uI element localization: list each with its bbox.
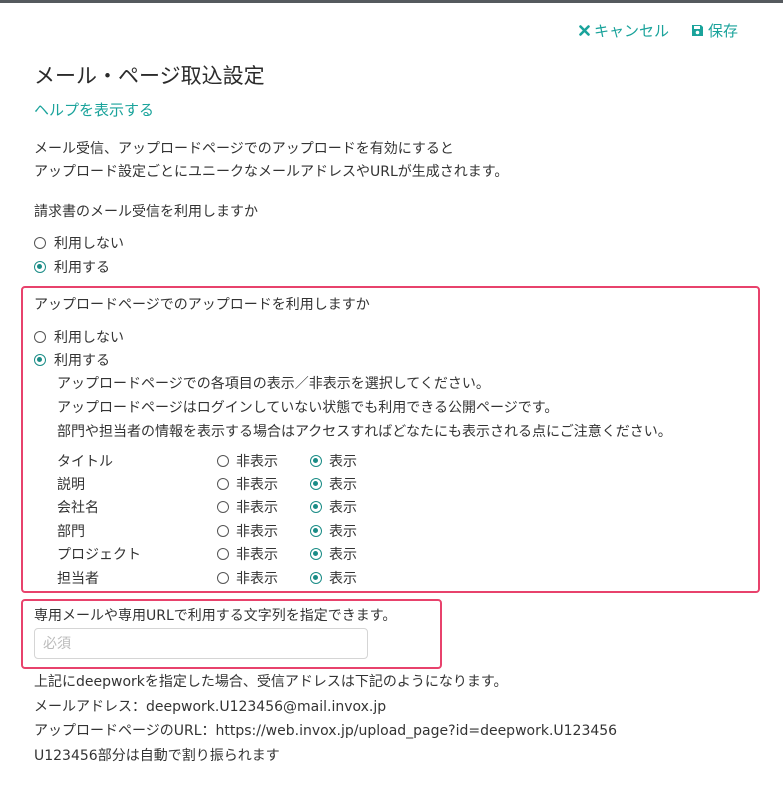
field-row-project: プロジェクト 非表示 表示 [57,544,377,566]
field-hide-option[interactable]: 非表示 [217,474,278,494]
hide-label: 非表示 [236,500,278,516]
radio-button-selected[interactable] [310,572,322,584]
field-row-title: タイトル 非表示 表示 [57,451,377,473]
dedicated-string-input[interactable] [34,628,368,659]
radio-button[interactable] [34,237,46,249]
field-hide-option[interactable]: 非表示 [217,568,278,588]
show-label: 表示 [329,547,357,563]
field-name: 部門 [57,524,85,540]
description-line: アップロード設定ごとにユニークなメールアドレスやURLが生成されます。 [34,164,509,180]
page-title: メール・ページ取込設定 [34,64,265,88]
show-label: 表示 [329,454,357,470]
save-label: 保存 [707,22,738,40]
radio-button-selected[interactable] [34,354,46,366]
hide-label: 非表示 [236,524,278,540]
radio-button[interactable] [217,501,229,513]
note-line: アップロードページはログインしていない状態でも利用できる公開ページです。 [57,400,559,416]
radio-button-selected[interactable] [310,478,322,490]
upload-page-option-off[interactable]: 利用しない [34,327,124,347]
show-label: 表示 [329,477,357,493]
radio-button-selected[interactable] [310,525,322,537]
field-name: タイトル [57,454,113,470]
radio-button[interactable] [217,478,229,490]
field-name: 担当者 [57,571,99,587]
cancel-button[interactable]: キャンセル [579,20,669,41]
hide-label: 非表示 [236,571,278,587]
upload-page-option-on[interactable]: 利用する [34,350,110,370]
radio-button-selected[interactable] [310,501,322,513]
footer-line: U123456部分は自動で割り振られます [34,747,280,764]
hide-label: 非表示 [236,547,278,563]
footer-line: アップロードページのURL：https://web.invox.jp/uploa… [34,723,618,739]
field-row-description: 説明 非表示 表示 [57,474,377,496]
field-name: 会社名 [57,500,99,516]
cancel-label: キャンセル [593,22,669,40]
field-show-option[interactable]: 表示 [310,451,357,471]
save-button[interactable]: 保存 [691,20,738,41]
toolbar: キャンセル 保存 [579,20,738,41]
show-label: 表示 [329,500,357,516]
radio-button[interactable] [217,572,229,584]
show-label: 表示 [329,524,357,540]
field-hide-option[interactable]: 非表示 [217,544,278,564]
footer-line: 上記にdeepworkを指定した場合、受信アドレスは下記のようになります。 [34,674,508,690]
close-icon [579,25,590,36]
floppy-disk-icon [691,24,704,37]
field-name: 説明 [57,477,85,493]
mail-receive-option-on[interactable]: 利用する [34,257,110,277]
mail-receive-question: 請求書のメール受信を利用しますか [34,204,258,220]
field-show-option[interactable]: 表示 [310,474,357,494]
help-link[interactable]: ヘルプを表示する [34,99,154,120]
dedicated-string-question: 専用メールや専用URLで利用する文字列を指定できます。 [34,608,397,624]
field-hide-option[interactable]: 非表示 [217,521,278,541]
radio-button-selected[interactable] [310,455,322,467]
address-example: 上記にdeepworkを指定した場合、受信アドレスは下記のようになります。 メー… [34,670,617,768]
field-row-company: 会社名 非表示 表示 [57,497,377,519]
option-label: 利用しない [54,236,124,252]
field-hide-option[interactable]: 非表示 [217,497,278,517]
field-name: プロジェクト [57,547,141,563]
note-line: アップロードページでの各項目の表示／非表示を選択してください。 [57,376,490,392]
description-line: メール受信、アップロードページでのアップロードを有効にすると [34,141,454,157]
top-border [0,0,783,3]
option-label: 利用する [54,260,110,276]
upload-page-notes: アップロードページでの各項目の表示／非表示を選択してください。 アップロードペー… [57,372,672,444]
hide-label: 非表示 [236,477,278,493]
field-show-option[interactable]: 表示 [310,521,357,541]
field-show-option[interactable]: 表示 [310,544,357,564]
footer-line: メールアドレス：deepwork.U123456@mail.invox.jp [34,698,387,715]
radio-button-selected[interactable] [34,261,46,273]
field-hide-option[interactable]: 非表示 [217,451,278,471]
field-show-option[interactable]: 表示 [310,568,357,588]
radio-button[interactable] [34,331,46,343]
field-row-department: 部門 非表示 表示 [57,521,377,543]
field-show-option[interactable]: 表示 [310,497,357,517]
hide-label: 非表示 [236,454,278,470]
page-description: メール受信、アップロードページでのアップロードを有効にすると アップロード設定ご… [34,138,508,184]
upload-page-question: アップロードページでのアップロードを利用しますか [34,297,370,313]
option-label: 利用する [54,353,110,369]
radio-button[interactable] [217,548,229,560]
mail-receive-option-off[interactable]: 利用しない [34,233,124,253]
show-label: 表示 [329,571,357,587]
note-line: 部門や担当者の情報を表示する場合はアクセスすればどなたにも表示される点にご注意く… [57,424,672,440]
radio-button-selected[interactable] [310,548,322,560]
radio-button[interactable] [217,525,229,537]
option-label: 利用しない [54,330,124,346]
field-row-person-in-charge: 担当者 非表示 表示 [57,568,377,590]
radio-button[interactable] [217,455,229,467]
